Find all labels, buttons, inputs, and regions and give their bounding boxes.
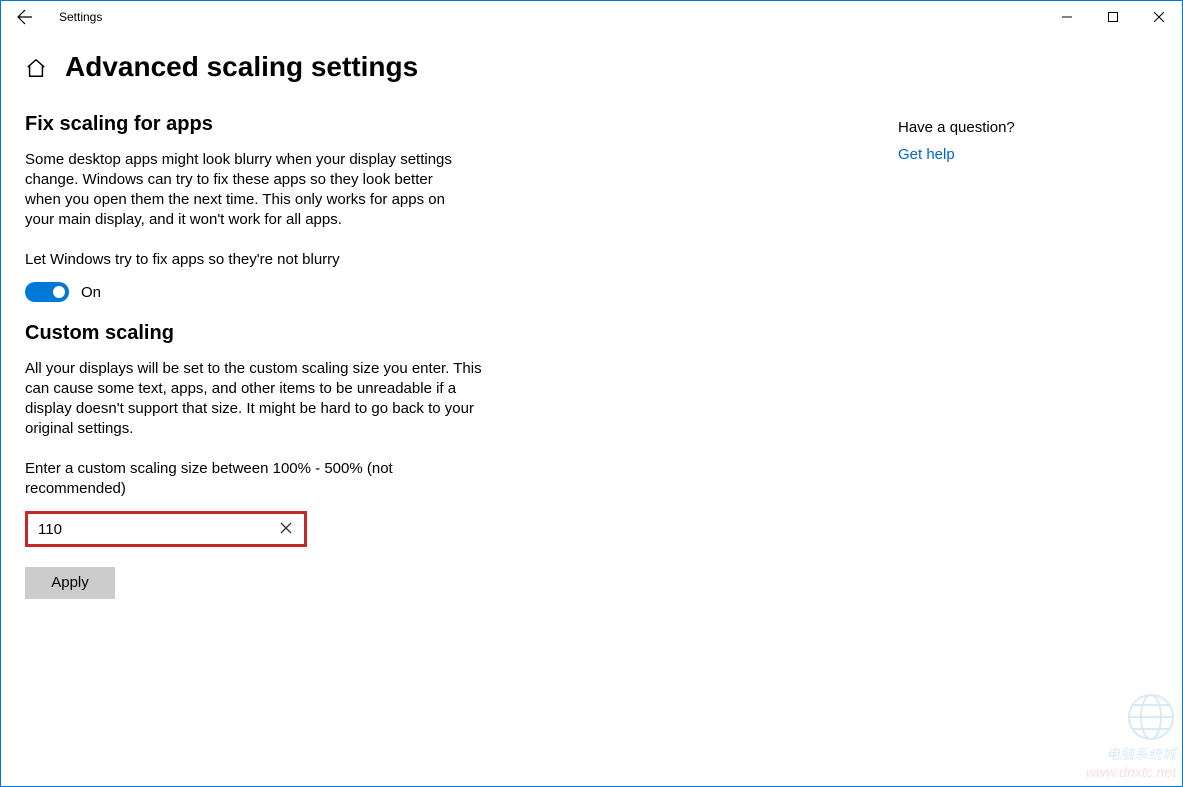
back-arrow-icon (17, 9, 33, 25)
fix-scaling-description: Some desktop apps might look blurry when… (25, 150, 465, 230)
page-header: Advanced scaling settings (1, 33, 1182, 107)
aside-question: Have a question? (898, 119, 1138, 136)
custom-scaling-input-wrap (25, 511, 307, 547)
custom-scaling-input-label: Enter a custom scaling size between 100%… (25, 459, 425, 499)
maximize-icon (1108, 12, 1118, 22)
apply-button[interactable]: Apply (25, 567, 115, 599)
get-help-link[interactable]: Get help (898, 146, 955, 163)
watermark-globe-icon (1126, 692, 1176, 742)
clear-input-button[interactable] (276, 521, 296, 537)
watermark: 电脑系统城 www.dnxtc.net (1086, 692, 1176, 780)
content-area: Fix scaling for apps Some desktop apps m… (1, 107, 1182, 599)
window-controls (1044, 1, 1182, 33)
minimize-button[interactable] (1044, 1, 1090, 33)
back-button[interactable] (1, 1, 49, 33)
close-icon (1154, 12, 1164, 22)
minimize-icon (1062, 12, 1072, 22)
fix-scaling-toggle-state: On (81, 284, 101, 301)
fix-scaling-toggle-label: Let Windows try to fix apps so they're n… (25, 250, 625, 270)
fix-scaling-toggle[interactable] (25, 282, 69, 302)
clear-x-icon (280, 522, 292, 534)
fix-scaling-toggle-row: On (25, 282, 625, 302)
title-bar: Settings (1, 1, 1182, 33)
home-icon[interactable] (25, 57, 47, 79)
watermark-text-cn: 电脑系统城 (1106, 744, 1176, 764)
window-title: Settings (59, 10, 102, 24)
watermark-text-url: www.dnxtc.net (1086, 764, 1176, 780)
aside-column: Have a question? Get help (898, 107, 1158, 599)
maximize-button[interactable] (1090, 1, 1136, 33)
main-column: Fix scaling for apps Some desktop apps m… (25, 107, 625, 599)
custom-scaling-heading: Custom scaling (25, 322, 625, 345)
custom-scaling-description: All your displays will be set to the cus… (25, 359, 485, 439)
close-button[interactable] (1136, 1, 1182, 33)
page-title: Advanced scaling settings (65, 51, 418, 83)
fix-scaling-heading: Fix scaling for apps (25, 113, 625, 136)
custom-scaling-input[interactable] (38, 521, 276, 538)
